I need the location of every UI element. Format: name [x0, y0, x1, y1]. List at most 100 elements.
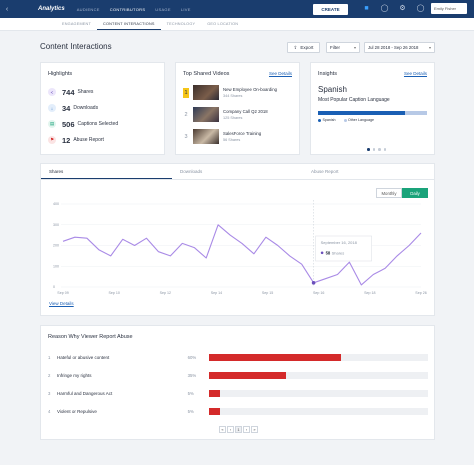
x-tick-label: Sep 12	[160, 291, 171, 295]
filter-dropdown[interactable]: Filter ▾	[326, 42, 360, 53]
abuse-rank: 2	[48, 372, 51, 378]
video-title[interactable]: New Employee On-boarding	[223, 87, 277, 92]
chevron-down-icon: ▾	[428, 45, 431, 50]
sub-tabs: ENGAGEMENT CONTENT INTERACTIONS TECHNOLO…	[0, 18, 474, 31]
video-row[interactable]: 2 Company Call Q2 2018 125 Shares	[183, 106, 292, 123]
export-icon: ⇪	[293, 44, 298, 50]
tab-geo-location[interactable]: GEO LOCATION	[201, 18, 244, 30]
pager-prev[interactable]: ‹	[227, 426, 234, 433]
video-thumbnail[interactable]	[193, 107, 219, 122]
highlight-value: 744	[62, 87, 75, 97]
filter-label: Filter	[330, 45, 340, 50]
x-tick-label: Sep 26	[415, 291, 426, 295]
abuse-bar-fill	[208, 389, 220, 397]
top-shared-videos-card: Top Shared Videos See Details 1 New Empl…	[175, 62, 300, 155]
y-tick-label: 100	[53, 264, 59, 268]
abuse-row: 1 Hateful or abusive content 60%	[48, 352, 428, 362]
nav-usage[interactable]: USAGE	[155, 7, 171, 12]
page-title: Content Interactions	[40, 42, 112, 51]
x-tick-label: Sep 09	[57, 291, 68, 295]
abuse-percent: 60%	[187, 354, 197, 360]
carousel-dot[interactable]	[367, 148, 370, 151]
y-tick-label: 200	[53, 244, 59, 248]
y-tick-label: 0	[53, 285, 55, 289]
highlight-value: 506	[62, 119, 75, 129]
date-range-picker[interactable]: Jul 28 2018 - Sep 26 2018 ▾	[364, 42, 435, 53]
gear-icon[interactable]: ⚙	[398, 4, 407, 13]
chart-tooltip: September 16, 2018 58 Shares	[315, 235, 372, 262]
captions-icon: ▤	[48, 120, 56, 128]
insight-language: Spanish	[318, 85, 347, 94]
nav-audience[interactable]: AUDIENCE	[77, 7, 100, 12]
pager-page[interactable]: 1	[235, 426, 242, 433]
app-brand[interactable]: Analytics	[38, 6, 65, 12]
tooltip-value: 58	[326, 250, 331, 255]
share-icon: <	[48, 88, 56, 96]
y-tick-label: 400	[53, 202, 59, 206]
insight-subtitle: Most Popular Caption Language	[318, 97, 390, 103]
see-details-link[interactable]: See Details	[404, 71, 427, 76]
tab-technology[interactable]: TECHNOLOGY	[161, 18, 202, 30]
grid-menu-icon[interactable]: ‹	[0, 0, 14, 18]
highlight-label: Abuse Report	[73, 137, 104, 143]
pagination: « ‹ 1 › »	[219, 426, 258, 433]
pager-next[interactable]: ›	[243, 426, 250, 433]
legend-other-language: Other Language	[343, 118, 374, 122]
video-title[interactable]: Company Call Q2 2018	[223, 109, 268, 114]
carousel-dot[interactable]	[378, 148, 381, 151]
abuse-rank: 3	[48, 390, 51, 396]
highlight-label: Downloads	[73, 105, 99, 111]
abuse-reason: Violent or Repulsive	[56, 408, 97, 414]
folder-icon[interactable]: ■	[362, 4, 371, 13]
highlight-shares: < 744 Shares	[48, 87, 157, 97]
create-button[interactable]: CREATE	[313, 4, 348, 15]
video-row[interactable]: 3 SalesForce Training 56 Shares	[183, 128, 292, 145]
pager-first[interactable]: «	[219, 426, 226, 433]
chart-card: Shares Downloads Abuse Report Monthly Da…	[40, 163, 435, 316]
language-share-fill	[318, 111, 406, 115]
highlight-captions: ▤ 506 Captions Selected	[48, 119, 157, 129]
see-details-link[interactable]: See Details	[269, 71, 292, 76]
abuse-row: 2 Infringe my rights 35%	[48, 370, 428, 380]
pager-last[interactable]: »	[251, 426, 258, 433]
video-thumbnail[interactable]	[193, 85, 219, 100]
abuse-reason: Infringe my rights	[56, 372, 92, 378]
tooltip-label: Shares	[332, 250, 345, 255]
shares-line-chart: 0 100 200 300 400 Sep 09 Sep 10 Sep 12 Sep 14 Sep…	[53, 200, 427, 295]
abuse-reasons-card: Reason Why Viewer Report Abuse 1 Hateful …	[40, 325, 435, 440]
help-icon[interactable]: ◯	[416, 4, 425, 13]
flag-icon: ⚑	[48, 136, 56, 144]
data-point[interactable]	[311, 281, 316, 285]
x-tick-label: Sep 16	[313, 291, 324, 295]
highlight-downloads: ↓ 34 Downloads	[48, 103, 157, 113]
x-tick-label: Sep 18	[364, 291, 375, 295]
legend-spanish: Spanish	[318, 118, 336, 122]
abuse-bar-fill	[208, 353, 341, 361]
abuse-rank: 4	[48, 408, 51, 414]
user-menu[interactable]: Emily Fisher	[431, 3, 467, 14]
abuse-reason: Harmful and Dangerous Act	[56, 390, 113, 396]
abuse-percent: 5%	[187, 408, 194, 414]
user-icon[interactable]: ◯	[380, 4, 389, 13]
abuse-percent: 35%	[187, 372, 197, 378]
video-row[interactable]: 1 New Employee On-boarding 344 Shares	[183, 84, 292, 101]
video-title[interactable]: SalesForce Training	[223, 131, 261, 136]
export-button[interactable]: ⇪ Export	[287, 42, 320, 53]
video-shares: 125 Shares	[223, 115, 243, 120]
abuse-row: 4 Violent or Repulsive 5%	[48, 406, 428, 416]
carousel-dot[interactable]	[383, 148, 386, 151]
abuse-percent: 5%	[187, 390, 194, 396]
abuse-bar-track	[208, 353, 428, 361]
nav-contributors[interactable]: CONTRIBUTORS	[110, 7, 146, 12]
nav-live[interactable]: LIVE	[181, 7, 191, 12]
tab-engagement[interactable]: ENGAGEMENT	[56, 18, 97, 30]
highlight-value: 12	[62, 135, 71, 145]
carousel-dot[interactable]	[372, 148, 375, 151]
abuse-bar-track	[208, 371, 428, 379]
date-range-label: Jul 28 2018 - Sep 26 2018	[368, 45, 419, 50]
highlight-value: 34	[62, 103, 71, 113]
video-thumbnail[interactable]	[193, 129, 219, 144]
highlight-abuse: ⚑ 12 Abuse Report	[48, 135, 157, 145]
tab-content-interactions[interactable]: CONTENT INTERACTIONS	[97, 18, 161, 30]
view-details-link[interactable]: View Details	[49, 301, 74, 306]
